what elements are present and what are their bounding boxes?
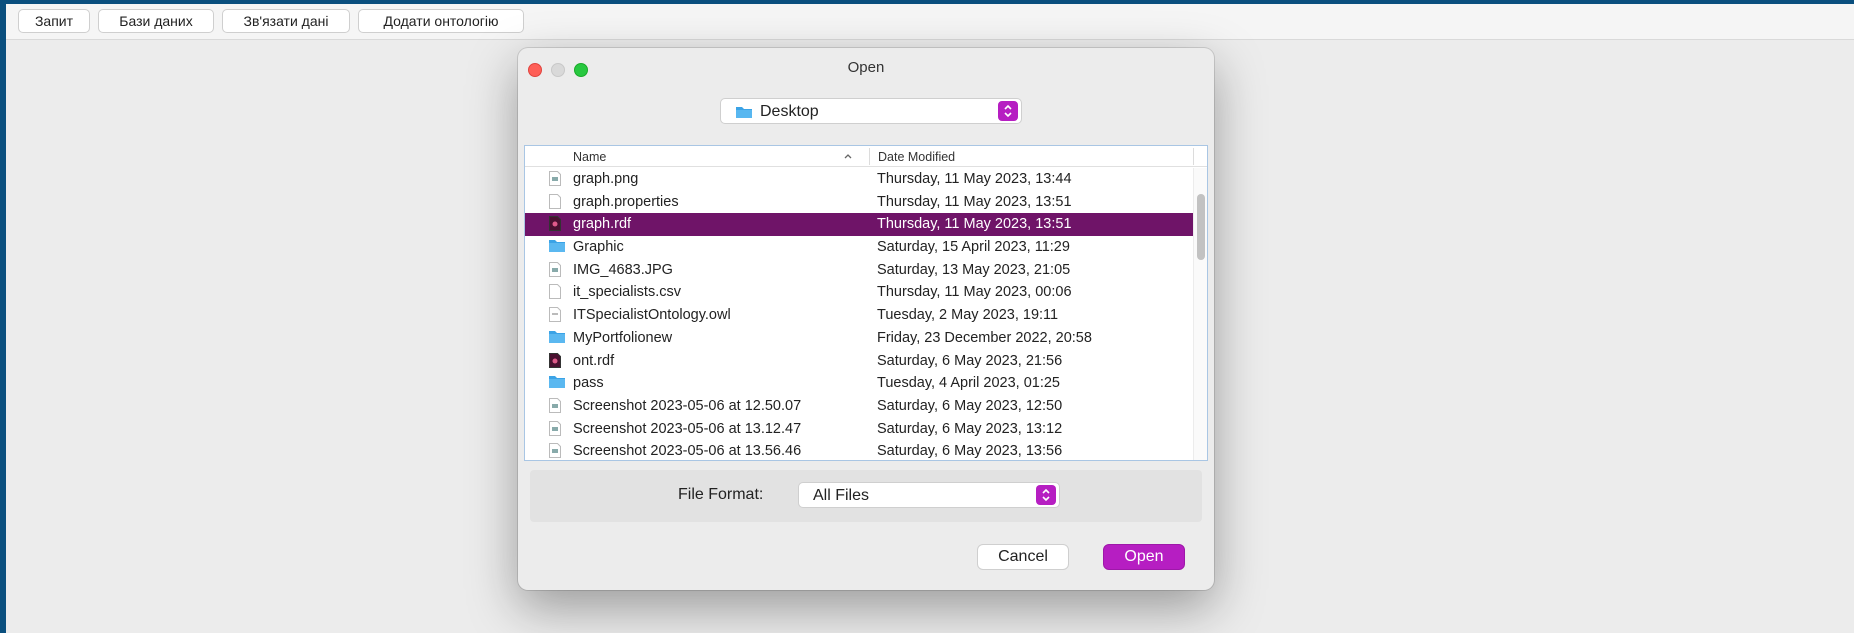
updown-chevron-icon <box>998 101 1018 121</box>
file-format-panel: File Format: All Files <box>530 470 1202 522</box>
file-format-value: All Files <box>813 487 870 504</box>
image-file-icon <box>549 261 563 278</box>
open-file-dialog: Open Desktop Name Date Modified graph.pn… <box>518 48 1214 590</box>
column-date-header[interactable]: Date Modified <box>878 150 955 164</box>
file-row[interactable]: graph.properties Thursday, 11 May 2023, 1… <box>525 191 1193 214</box>
image-file-icon <box>549 171 563 187</box>
column-separator <box>1193 148 1194 165</box>
file-name: Screenshot 2023-05-06 at 12.50.07 <box>573 397 802 414</box>
folder-icon <box>735 105 753 124</box>
file-name: graph.png <box>573 171 639 187</box>
folder-icon <box>549 375 565 391</box>
file-name: Screenshot 2023-05-06 at 13.12.47 <box>573 420 802 437</box>
scrollbar-thumb[interactable] <box>1197 194 1205 260</box>
file-format-label: File Format: <box>678 486 764 503</box>
file-date-modified: Saturday, 6 May 2023, 13:56 <box>877 443 1063 460</box>
file-format-select[interactable]: All Files <box>798 482 1060 508</box>
folder-icon <box>549 239 565 255</box>
file-name: pass <box>573 375 604 392</box>
file-date-modified: Thursday, 11 May 2023, 13:51 <box>877 216 1072 233</box>
file-row[interactable]: Screenshot 2023-05-06 at 13.56.46 Saturda… <box>525 440 1193 460</box>
sort-ascending-icon <box>843 150 853 164</box>
file-date-modified: Saturday, 15 April 2023, 11:29 <box>877 239 1070 256</box>
file-date-modified: Saturday, 6 May 2023, 12:50 <box>877 397 1063 414</box>
file-date-modified: Saturday, 6 May 2023, 21:56 <box>877 352 1063 369</box>
file-name: it_specialists.csv <box>573 284 681 301</box>
cancel-button[interactable]: Cancel <box>977 544 1069 570</box>
file-row[interactable]: Graphic Saturday, 15 April 2023, 11:29 <box>525 236 1193 259</box>
file-date-modified: Saturday, 6 May 2023, 13:12 <box>877 420 1063 437</box>
menu-query-button[interactable]: Запит <box>18 9 90 33</box>
file-date-modified: Saturday, 13 May 2023, 21:05 <box>877 261 1071 278</box>
document-icon <box>549 193 563 210</box>
file-row[interactable]: graph.rdf Thursday, 11 May 2023, 13:51 <box>525 213 1193 237</box>
file-rows: graph.png Thursday, 11 May 2023, 13:44 gra… <box>525 168 1193 460</box>
file-name: Graphic <box>573 239 624 256</box>
menu-add-ontology-button[interactable]: Додати онтологію <box>358 9 524 33</box>
image-file-icon <box>549 397 563 414</box>
file-date-modified: Thursday, 11 May 2023, 13:44 <box>877 171 1072 187</box>
file-row[interactable]: ITSpecialistOntology.owl Tuesday, 2 May 2… <box>525 304 1193 327</box>
file-row[interactable]: MyPortfolionew Friday, 23 December 2022, … <box>525 327 1193 350</box>
file-row[interactable]: pass Tuesday, 4 April 2023, 01:25 <box>525 372 1193 395</box>
file-name: MyPortfolionew <box>573 329 673 346</box>
file-date-modified: Tuesday, 4 April 2023, 01:25 <box>877 375 1060 392</box>
menu-link-data-button[interactable]: Зв'язати дані <box>222 9 350 33</box>
file-name: IMG_4683.JPG <box>573 261 673 278</box>
file-name: ont.rdf <box>573 352 615 369</box>
file-name: Screenshot 2023-05-06 at 13.56.46 <box>573 443 802 460</box>
owl-file-icon <box>549 307 563 323</box>
file-name: graph.rdf <box>573 216 632 233</box>
open-button[interactable]: Open <box>1103 544 1185 570</box>
application-window: Запит Бази даних Зв'язати дані Додати он… <box>6 4 1854 633</box>
file-date-modified: Friday, 23 December 2022, 20:58 <box>877 329 1092 346</box>
file-name: graph.properties <box>573 193 679 210</box>
column-separator <box>869 148 870 165</box>
file-row[interactable]: it_specialists.csv Thursday, 11 May 2023,… <box>525 281 1193 304</box>
location-dropdown[interactable]: Desktop <box>720 98 1022 124</box>
dialog-titlebar: Open <box>518 48 1214 88</box>
location-label: Desktop <box>760 103 819 120</box>
column-name-header[interactable]: Name <box>573 150 606 164</box>
image-file-icon <box>549 443 563 459</box>
file-date-modified: Thursday, 11 May 2023, 13:51 <box>877 193 1072 210</box>
document-icon <box>549 284 563 300</box>
menu-bar: Запит Бази даних Зв'язати дані Додати он… <box>6 4 1854 40</box>
file-row[interactable]: Screenshot 2023-05-06 at 12.50.07 Saturda… <box>525 395 1193 418</box>
file-list-header: Name Date Modified <box>525 146 1207 167</box>
image-file-icon <box>549 420 563 437</box>
file-row[interactable]: ont.rdf Saturday, 6 May 2023, 21:56 <box>525 350 1193 373</box>
file-row[interactable]: IMG_4683.JPG Saturday, 13 May 2023, 21:05 <box>525 259 1193 282</box>
menu-databases-button[interactable]: Бази даних <box>98 9 214 33</box>
vertical-scrollbar[interactable] <box>1193 168 1207 460</box>
dialog-title: Open <box>847 59 885 76</box>
file-list: Name Date Modified graph.png Thursday, 11… <box>524 145 1208 461</box>
file-name: ITSpecialistOntology.owl <box>573 307 731 324</box>
file-row[interactable]: graph.png Thursday, 11 May 2023, 13:44 <box>525 168 1193 191</box>
file-row[interactable]: Screenshot 2023-05-06 at 13.12.47 Saturda… <box>525 418 1193 441</box>
rdf-file-icon <box>549 216 563 232</box>
folder-icon <box>549 330 565 346</box>
updown-chevron-icon <box>1036 485 1056 505</box>
rdf-file-icon <box>549 352 563 369</box>
file-date-modified: Thursday, 11 May 2023, 00:06 <box>877 284 1072 301</box>
file-date-modified: Tuesday, 2 May 2023, 19:11 <box>877 307 1059 324</box>
